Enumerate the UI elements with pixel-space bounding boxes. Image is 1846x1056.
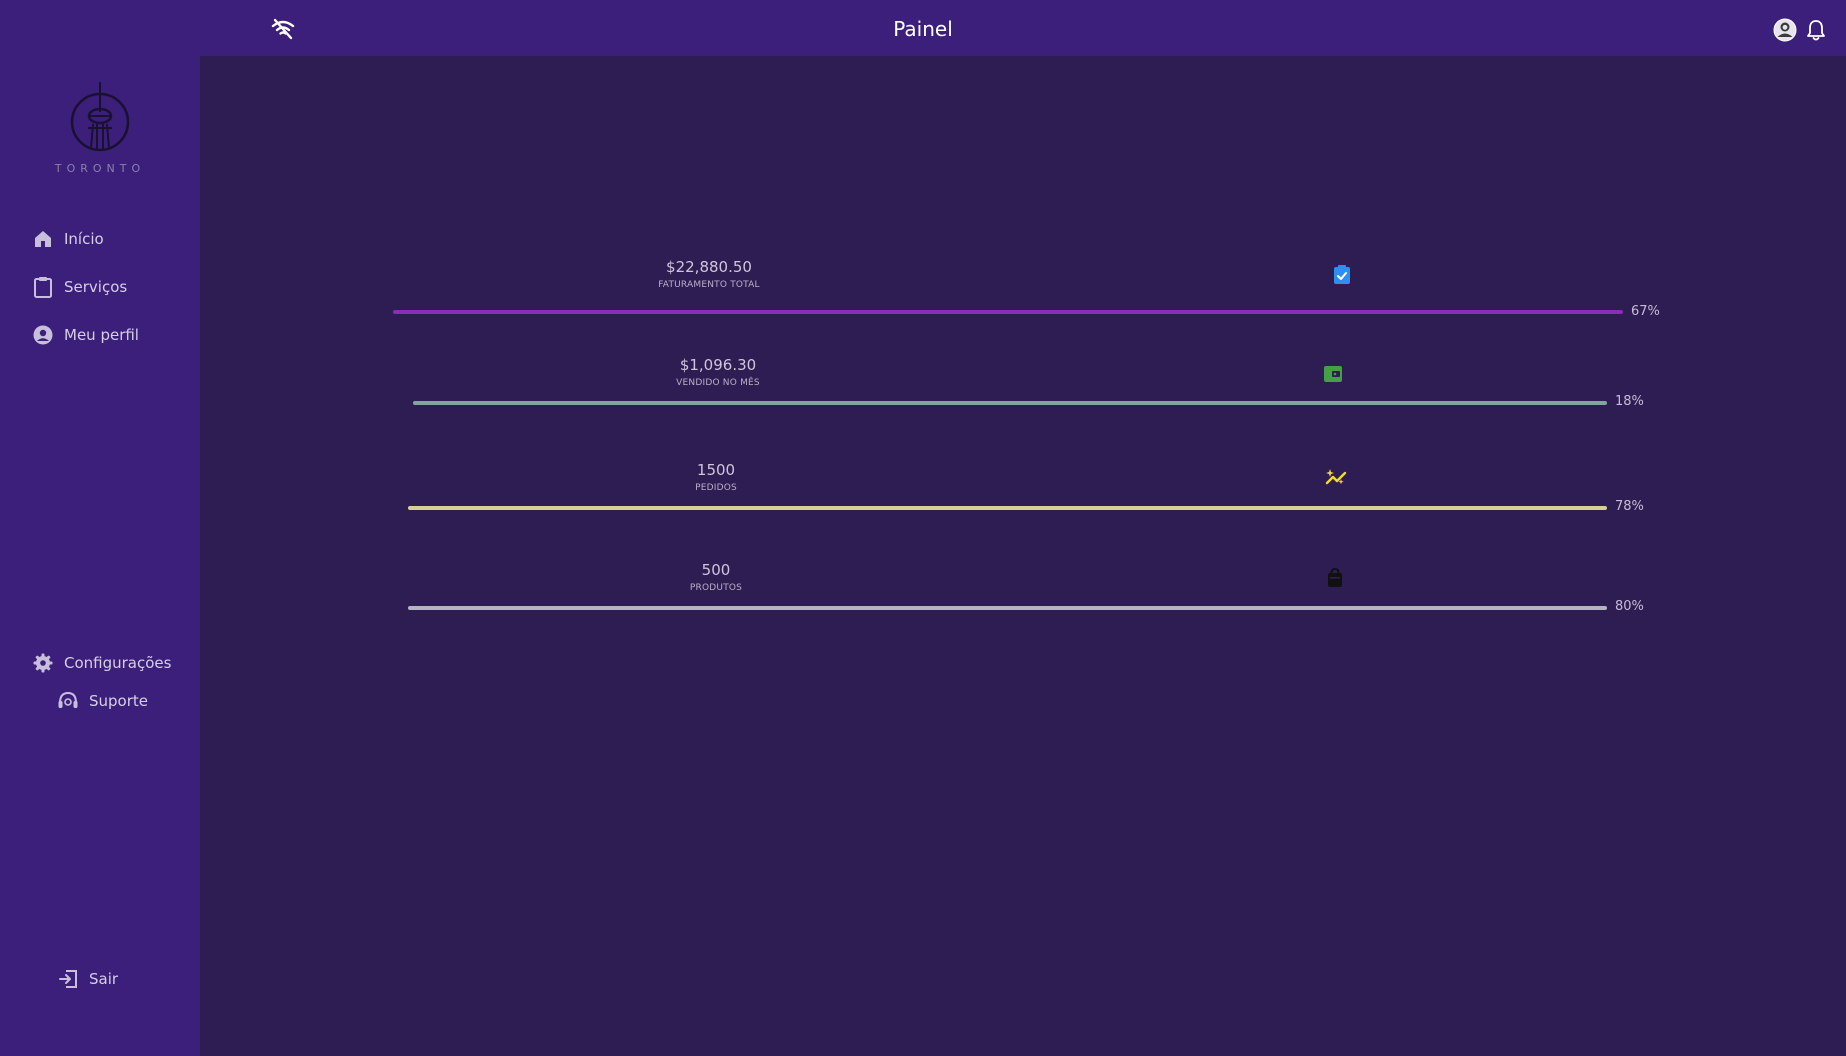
stat-label: PEDIDOS <box>695 483 737 493</box>
sidebar-item-label: Serviços <box>64 278 128 296</box>
sidebar-item-inicio[interactable]: Início <box>32 226 104 252</box>
sidebar-item-label: Suporte <box>89 692 149 710</box>
dashboard-main: $22,880.50 FATURAMENTO TOTAL 67% $1,096.… <box>200 56 1846 1056</box>
logout-icon <box>57 968 79 990</box>
headset-icon <box>57 690 79 712</box>
sidebar-item-configuracoes[interactable]: Configurações <box>32 650 171 676</box>
sidebar-item-label: Configurações <box>64 654 172 672</box>
user-circle-icon <box>32 324 54 346</box>
progress-bar <box>393 310 1623 314</box>
top-bar: Painel <box>0 0 1846 56</box>
progress-bar <box>413 401 1607 405</box>
logo-text: TORONTO <box>54 162 146 175</box>
sidebar-item-meu-perfil[interactable]: Meu perfil <box>32 322 139 348</box>
progress-percent: 80% <box>1615 599 1644 614</box>
sparkle-trend-icon <box>1324 467 1347 489</box>
progress-bar <box>408 506 1607 510</box>
sidebar-item-label: Início <box>64 230 104 248</box>
clipboard-icon <box>32 276 54 298</box>
sidebar-item-suporte[interactable]: Suporte <box>57 688 148 714</box>
home-icon <box>32 228 54 250</box>
gear-icon <box>32 652 54 674</box>
stat-value: 500 <box>701 561 731 579</box>
wallet-icon <box>1322 363 1344 385</box>
stat-value: $1,096.30 <box>679 356 757 374</box>
stat-label: VENDIDO NO MÊS <box>676 378 760 388</box>
toronto-tower-icon <box>70 82 130 152</box>
sidebar-item-label: Sair <box>89 970 119 988</box>
progress-percent: 18% <box>1615 394 1644 409</box>
progress-fill <box>408 506 1607 510</box>
sidebar-item-label: Meu perfil <box>64 326 139 344</box>
logout-button[interactable]: Sair <box>57 966 118 992</box>
sidebar-item-servicos[interactable]: Serviços <box>32 274 127 300</box>
shopping-bag-icon <box>1324 567 1346 589</box>
progress-fill <box>393 310 1623 314</box>
page-title: Painel <box>893 17 953 41</box>
progress-fill <box>413 401 1607 405</box>
progress-fill <box>408 606 1607 610</box>
stat-value: 1500 <box>696 461 736 479</box>
bell-icon[interactable] <box>1806 18 1826 42</box>
clipboard-check-icon <box>1331 264 1353 286</box>
progress-percent: 67% <box>1631 304 1660 319</box>
stat-label: FATURAMENTO TOTAL <box>658 280 760 290</box>
stat-label: PRODUTOS <box>689 583 743 593</box>
avatar-icon[interactable] <box>1773 18 1797 42</box>
sidebar: TORONTO Início Serviços Meu perfil Confi… <box>0 56 200 1056</box>
progress-bar <box>408 606 1607 610</box>
stat-value: $22,880.50 <box>666 258 752 276</box>
progress-percent: 78% <box>1615 499 1644 514</box>
